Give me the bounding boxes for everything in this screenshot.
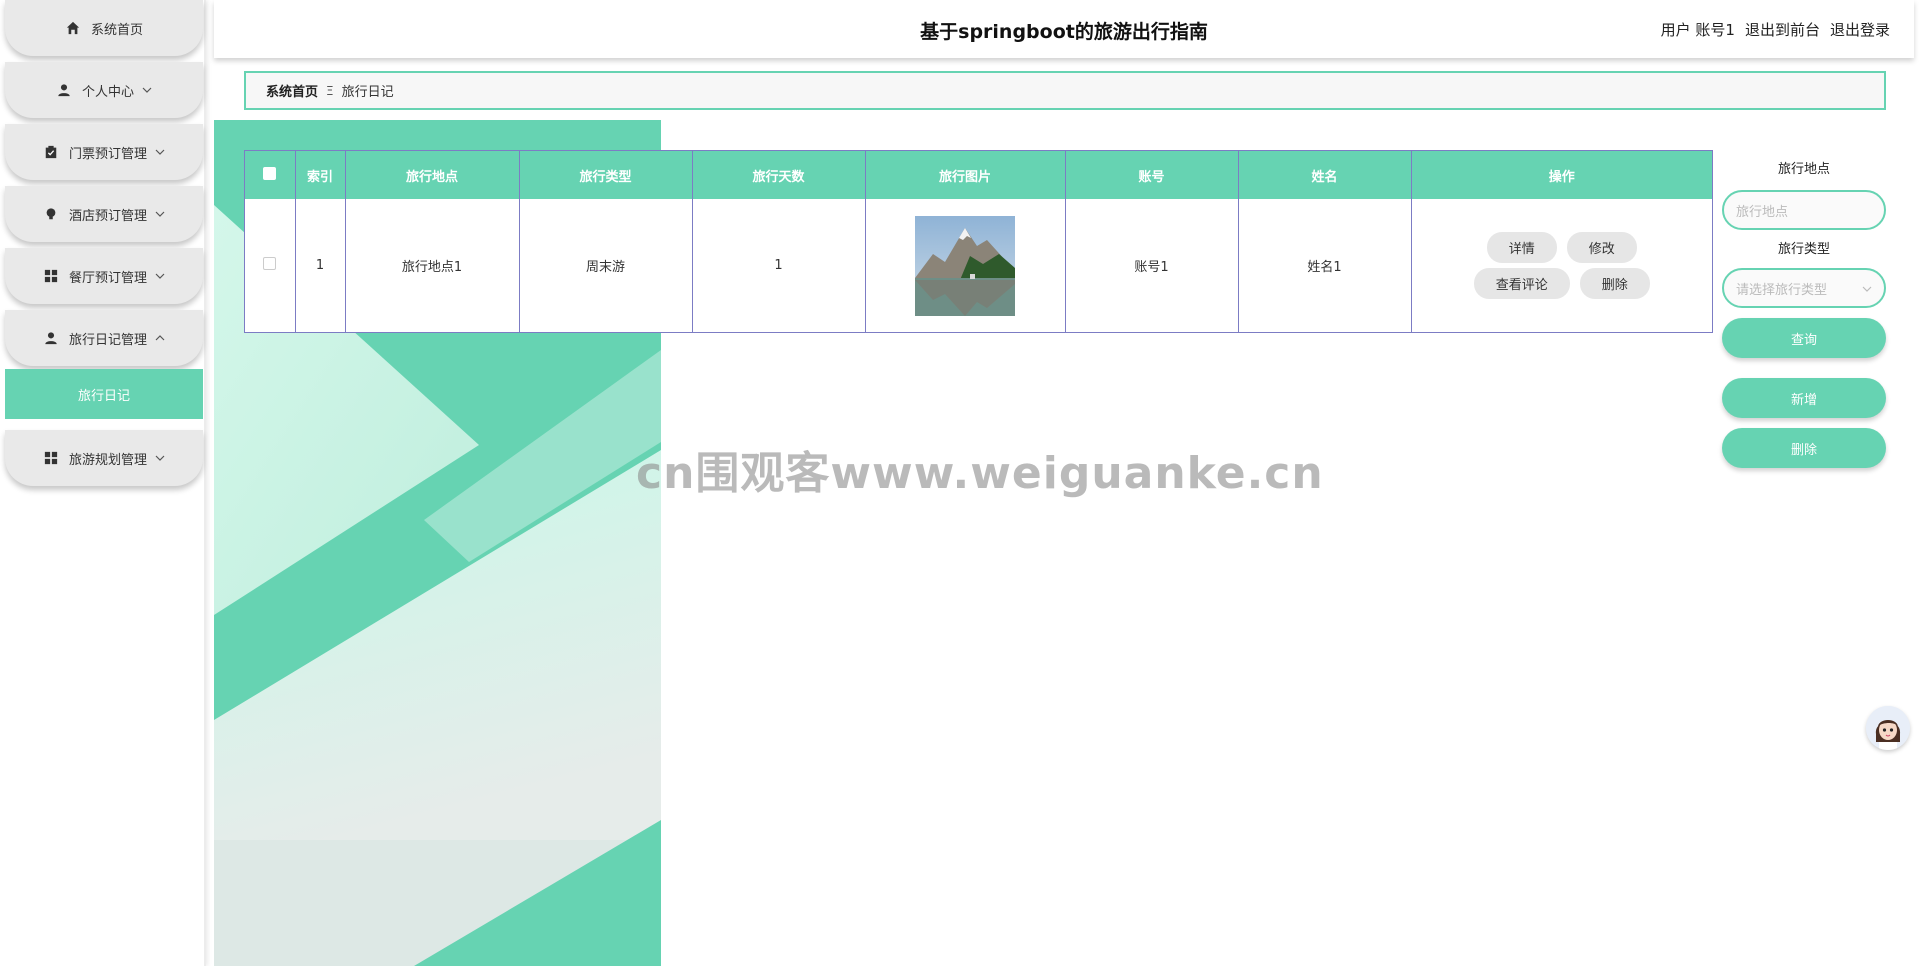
edit-button[interactable]: 修改 [1566, 232, 1637, 263]
sidebar-item-label: 餐厅预订管理 [68, 270, 147, 286]
sidebar-item-label: 酒店预订管理 [68, 208, 147, 224]
place-search-input[interactable]: 旅行地点 [1722, 190, 1886, 230]
sidebar-item-label: 系统首页 [90, 22, 143, 38]
grid-icon [43, 450, 59, 466]
column-header-account: 账号 [1065, 151, 1239, 199]
user-label-group: 用户 账号1 [1661, 19, 1735, 40]
select-all-checkbox[interactable] [263, 166, 277, 180]
breadcrumb-home[interactable]: 系统首页 [266, 81, 318, 100]
cell-type: 周末游 [519, 199, 693, 332]
table-row: 1 旅行地点1 周末游 1 账号1 姓名1 详情 修改 查看评论 删除 [245, 199, 1712, 332]
sidebar-subitem-travel-diary[interactable]: 旅行日记 [5, 369, 203, 419]
type-select[interactable]: 请选择旅行类型 [1722, 268, 1886, 308]
exit-to-frontend-link[interactable]: 退出到前台 [1745, 19, 1820, 40]
sidebar-item-home[interactable]: 系统首页 [5, 0, 203, 56]
column-header-days: 旅行天数 [692, 151, 866, 199]
sidebar-item-label: 旅行日记管理 [68, 332, 147, 348]
chevron-down-icon [1862, 281, 1872, 296]
view-comments-button[interactable]: 查看评论 [1473, 268, 1570, 299]
sidebar-item-label: 门票预订管理 [68, 146, 147, 162]
row-select-cell [245, 199, 296, 332]
data-table: 索引 旅行地点 旅行类型 旅行天数 旅行图片 账号 姓名 操作 1 旅行地点1 … [244, 150, 1713, 333]
bulb-icon [43, 206, 59, 222]
travel-photo-thumbnail[interactable] [915, 215, 1015, 316]
column-header-image: 旅行图片 [865, 151, 1066, 199]
sidebar-item-personal-center[interactable]: 个人中心 [5, 62, 203, 118]
search-panel: 旅行地点 旅行地点 旅行类型 请选择旅行类型 查询 新增 删除 [1722, 150, 1886, 468]
query-button[interactable]: 查询 [1722, 318, 1886, 358]
user-role-label: 用户 [1660, 21, 1691, 39]
sidebar: 系统首页 个人中心 门票预订管理 酒店预订管理 餐厅预订管理 旅行日记管理 旅行… [0, 0, 206, 966]
chevron-down-icon [155, 273, 165, 279]
clipboard-icon [43, 144, 59, 160]
chevron-down-icon [155, 211, 165, 217]
sidebar-item-restaurant-booking[interactable]: 餐厅预订管理 [5, 248, 203, 304]
type-filter-label: 旅行类型 [1777, 242, 1830, 257]
chevron-down-icon [155, 149, 165, 155]
select-all-header [245, 151, 296, 199]
action-buttons: 详情 修改 查看评论 删除 [1412, 232, 1713, 299]
chevron-down-icon [142, 87, 152, 93]
breadcrumb: 系统首页 Ξ 旅行日记 [244, 71, 1886, 110]
cell-name: 姓名1 [1238, 199, 1412, 332]
row-checkbox[interactable] [263, 257, 277, 270]
page-title: 基于springboot的旅游出行指南 [920, 21, 1208, 43]
cell-days: 1 [692, 199, 866, 332]
grid-icon [43, 268, 59, 284]
assistant-avatar[interactable] [1866, 706, 1910, 750]
sidebar-item-travel-diary-management[interactable]: 旅行日记管理 [5, 310, 203, 366]
watermark-text: cn围观客www.weiguanke.cn [636, 448, 1324, 499]
username: 账号1 [1695, 21, 1735, 39]
cell-place: 旅行地点1 [345, 199, 520, 332]
detail-button[interactable]: 详情 [1486, 232, 1557, 263]
user-info: 用户 账号1 退出到前台 退出登录 [1661, 19, 1890, 40]
column-header-name: 姓名 [1238, 151, 1412, 199]
top-header: 基于springboot的旅游出行指南 用户 账号1 退出到前台 退出登录 [214, 0, 1914, 58]
cell-index: 1 [295, 199, 346, 332]
column-header-place: 旅行地点 [345, 151, 520, 199]
breadcrumb-separator: Ξ [326, 83, 334, 98]
cell-image [865, 199, 1066, 332]
sidebar-item-label: 旅游规划管理 [68, 452, 147, 468]
home-icon [65, 20, 81, 36]
user-icon [43, 330, 59, 346]
sidebar-item-hotel-booking[interactable]: 酒店预订管理 [5, 186, 203, 242]
sidebar-item-label: 个人中心 [81, 84, 134, 100]
add-button[interactable]: 新增 [1722, 378, 1886, 418]
column-header-type: 旅行类型 [519, 151, 693, 199]
breadcrumb-current: 旅行日记 [341, 85, 394, 100]
logout-link[interactable]: 退出登录 [1830, 19, 1890, 40]
column-header-actions: 操作 [1411, 151, 1712, 199]
cell-account: 账号1 [1065, 199, 1239, 332]
table-header-row: 索引 旅行地点 旅行类型 旅行天数 旅行图片 账号 姓名 操作 [245, 151, 1712, 199]
row-delete-button[interactable]: 删除 [1579, 268, 1650, 299]
user-icon [56, 82, 72, 98]
sidebar-item-ticket-booking[interactable]: 门票预订管理 [5, 124, 203, 180]
type-select-placeholder: 请选择旅行类型 [1736, 282, 1828, 298]
place-filter-label: 旅行地点 [1777, 162, 1830, 177]
chevron-down-icon [155, 455, 165, 461]
column-header-index: 索引 [295, 151, 346, 199]
sidebar-item-travel-planning[interactable]: 旅游规划管理 [5, 430, 203, 486]
batch-delete-button[interactable]: 删除 [1722, 428, 1886, 468]
sidebar-subitem-label: 旅行日记 [77, 388, 130, 404]
chevron-up-icon [155, 335, 165, 341]
cell-actions: 详情 修改 查看评论 删除 [1411, 199, 1712, 332]
